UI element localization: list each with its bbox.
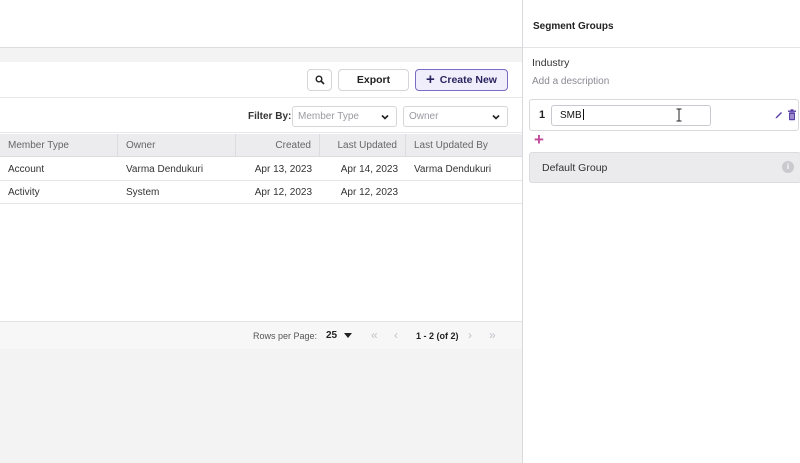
table-toolbar: Export + Create New: [0, 62, 522, 98]
cell-last-updated: Apr 12, 2023: [340, 187, 398, 198]
text-cursor: [582, 109, 584, 120]
table-row[interactable]: Activity System Apr 12, 2023 Apr 12, 202…: [0, 181, 522, 204]
cell-last-updated: Apr 14, 2023: [340, 164, 398, 175]
segment-table-card: Export + Create New Filter By: Member Ty…: [0, 62, 522, 349]
cell-member-type: Activity: [8, 187, 40, 198]
member-type-placeholder: Member Type: [298, 111, 359, 122]
cell-last-updated-by: [406, 181, 522, 204]
filter-row: Filter By: Member Type Owner: [0, 99, 522, 133]
table-row[interactable]: Account Varma Dendukuri Apr 13, 2023 Apr…: [0, 158, 522, 181]
next-page-icon[interactable]: ›: [468, 328, 472, 342]
trash-icon[interactable]: [787, 109, 797, 121]
plus-icon: +: [426, 71, 435, 88]
create-new-button[interactable]: + Create New: [415, 69, 508, 91]
group-name-value: SMB: [560, 110, 582, 121]
page-range-text: 1 - 2 (of 2): [416, 331, 459, 341]
segment-groups-panel: Segment Groups Industry Add a descriptio…: [522, 0, 800, 463]
owner-placeholder: Owner: [409, 111, 439, 122]
ibeam-cursor-icon: [676, 108, 682, 122]
first-page-icon[interactable]: «: [371, 328, 378, 342]
panel-title: Segment Groups: [533, 21, 614, 32]
search-button[interactable]: [307, 69, 332, 91]
cell-created: Apr 12, 2023: [254, 187, 312, 198]
info-icon[interactable]: i: [782, 161, 794, 173]
rows-per-page-label: Rows per Page:: [253, 331, 318, 341]
owner-filter[interactable]: Owner: [403, 106, 508, 127]
cell-created: Apr 13, 2023: [254, 164, 312, 175]
top-header: [0, 0, 522, 48]
column-header-owner[interactable]: Owner: [118, 134, 236, 157]
panel-header: Segment Groups: [523, 0, 800, 48]
default-group-label: Default Group: [542, 162, 608, 174]
column-header-last-updated-by[interactable]: Last Updated By: [406, 134, 522, 157]
default-group-row: Default Group i: [529, 152, 800, 183]
export-button[interactable]: Export: [338, 69, 409, 91]
segment-name[interactable]: Industry: [532, 57, 569, 69]
search-icon: [315, 75, 325, 85]
prev-page-icon[interactable]: ‹: [394, 328, 398, 342]
member-type-filter[interactable]: Member Type: [292, 106, 397, 127]
group-row: 1 SMB: [529, 99, 799, 131]
chevron-down-icon: [381, 114, 389, 120]
group-name-input[interactable]: SMB: [551, 105, 711, 126]
table-header: Member Type Owner Created Last Updated L…: [0, 134, 522, 157]
rows-per-page-select[interactable]: 25: [326, 330, 337, 341]
column-header-last-updated[interactable]: Last Updated: [320, 134, 406, 157]
last-page-icon[interactable]: »: [489, 328, 496, 342]
group-number: 1: [539, 109, 546, 121]
cell-member-type: Account: [8, 164, 45, 175]
description-field[interactable]: Add a description: [532, 76, 609, 87]
filter-by-label: Filter By:: [248, 111, 292, 122]
edit-pencil-icon[interactable]: [774, 110, 784, 120]
cell-owner: Varma Dendukuri: [126, 164, 204, 175]
create-new-label: Create New: [439, 74, 497, 86]
main-area: Export + Create New Filter By: Member Ty…: [0, 0, 522, 463]
cell-last-updated-by: Varma Dendukuri: [414, 164, 492, 175]
pagination-bar: Rows per Page: 25 « ‹ 1 - 2 (of 2) › »: [0, 321, 522, 349]
chevron-down-icon: [492, 114, 500, 120]
column-header-member-type[interactable]: Member Type: [0, 134, 118, 157]
caret-down-icon[interactable]: [344, 333, 352, 338]
add-group-plus-icon[interactable]: +: [532, 131, 546, 148]
cell-owner: System: [126, 187, 160, 198]
column-header-created[interactable]: Created: [236, 134, 320, 157]
